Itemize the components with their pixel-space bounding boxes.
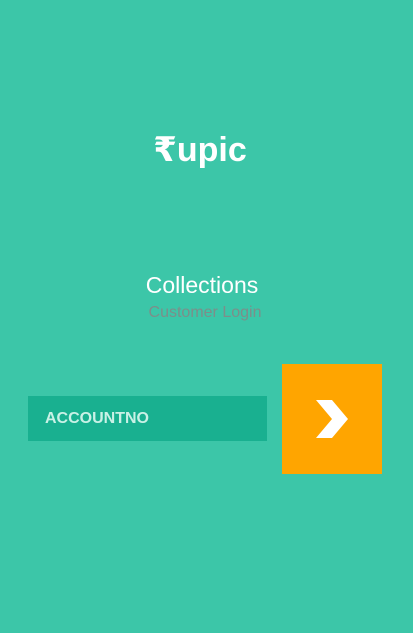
chevron-right-icon [314, 399, 350, 439]
page-subtitle: Customer Login [148, 304, 262, 321]
account-number-field[interactable] [28, 396, 267, 441]
account-number-input[interactable] [45, 409, 267, 428]
page-title: Collections [145, 272, 259, 298]
brand-logo: ₹upic [153, 131, 247, 169]
login-submit-button[interactable] [282, 364, 382, 474]
